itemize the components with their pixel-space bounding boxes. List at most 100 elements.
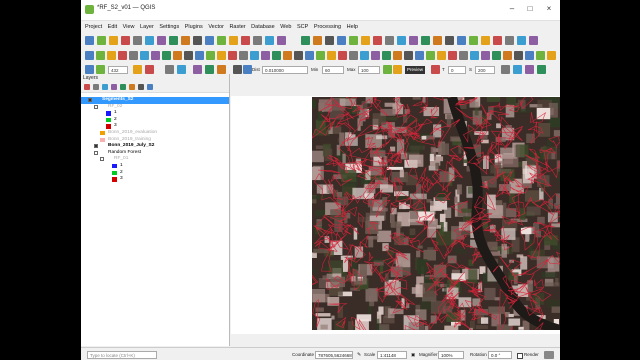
layer-tree-item[interactable]: Bonn_2019_evaluation [81,130,229,137]
render-checkbox[interactable] [517,353,523,359]
menu-database[interactable]: Database [251,24,275,30]
new-project-icon[interactable] [85,36,94,45]
redo-roi-icon[interactable] [205,65,214,74]
preview-button[interactable]: Preview [405,66,426,74]
zoom-out-icon[interactable] [193,36,202,45]
menu-project[interactable]: Project [85,24,102,30]
roi-icon[interactable] [165,65,174,74]
s-field[interactable]: 200 [475,66,495,74]
expression-filter-icon[interactable] [120,84,126,90]
new-project-icon[interactable] [433,36,442,45]
close-icon[interactable]: × [542,3,556,15]
attribute-table-icon[interactable] [277,36,286,45]
pan-icon[interactable] [505,36,514,45]
menu-plugins[interactable]: Plugins [185,24,203,30]
rgb-icon[interactable] [133,65,142,74]
add-group-icon[interactable] [93,84,99,90]
zoom-full-icon[interactable] [205,36,214,45]
min-field[interactable]: 60 [322,66,344,74]
redo-preview-icon[interactable] [431,65,440,74]
layer-visibility-checkbox[interactable] [94,144,98,149]
layer-tree-item[interactable]: 2 [81,170,229,177]
python-icon[interactable] [373,36,382,45]
roi-pointer-icon[interactable] [177,65,186,74]
max-field[interactable]: 100 [358,66,380,74]
identify-icon[interactable] [241,36,250,45]
save-as-icon[interactable] [469,36,478,45]
layer-visibility-checkbox[interactable] [94,150,98,155]
sum-icon[interactable] [397,36,406,45]
menu-web[interactable]: Web [280,24,291,30]
fill-icon[interactable] [272,51,281,60]
paste-icon[interactable] [382,51,391,60]
simplify-icon[interactable] [217,51,226,60]
layer-tree-item[interactable]: Segments_S2 [81,97,229,104]
statistics-icon[interactable] [313,36,322,45]
calc-icon[interactable] [217,65,226,74]
add-feature-icon[interactable] [107,51,116,60]
deselect-icon[interactable] [265,36,274,45]
scp-dock-icon[interactable] [525,65,534,74]
save-as-icon[interactable] [121,36,130,45]
open-icon[interactable] [445,36,454,45]
zoom-in-icon[interactable] [529,36,538,45]
save-icon[interactable] [457,36,466,45]
scale-lock-icon[interactable]: ✎ [357,351,361,359]
scp-preview-icon[interactable] [243,65,252,74]
undo-icon[interactable] [173,51,182,60]
copy-icon[interactable] [151,51,160,60]
menu-settings[interactable]: Settings [159,24,179,30]
edit-icon[interactable] [85,51,94,60]
menu-help[interactable]: Help [347,24,358,30]
maximize-icon[interactable]: □ [523,3,537,15]
layer-tree-item[interactable]: 3 [81,123,229,130]
layer-tree-item[interactable]: 1 [81,110,229,117]
menu-processing[interactable]: Processing [314,24,341,30]
open-layer-styling-icon[interactable] [84,84,90,90]
delete-icon[interactable] [349,51,358,60]
digitize-icon[interactable] [316,51,325,60]
menu-scp[interactable]: SCP [297,24,308,30]
expand-all-icon[interactable] [129,84,135,90]
remove-layer-icon[interactable] [147,84,153,90]
merge-icon[interactable] [459,51,468,60]
menu-vector[interactable]: Vector [208,24,224,30]
pan-icon[interactable] [157,36,166,45]
line-icon[interactable] [514,51,523,60]
offset-icon[interactable] [481,51,490,60]
t-field[interactable]: 0 [448,66,466,74]
select-icon[interactable] [253,36,262,45]
menu-layer[interactable]: Layer [140,24,154,30]
collapse-all-icon[interactable] [138,84,144,90]
layer-tree-item[interactable]: RF_02 [81,104,229,111]
reshape-icon[interactable] [250,51,259,60]
plugin-icon[interactable] [385,36,394,45]
manage-map-themes-icon[interactable] [102,84,108,90]
rotate-icon[interactable] [426,51,435,60]
classify-icon[interactable] [233,65,242,74]
layer-tree-item[interactable]: 2 [81,117,229,124]
save-icon[interactable] [109,36,118,45]
zoom-layer-icon[interactable] [217,36,226,45]
menu-edit[interactable]: Edit [108,24,117,30]
delete-icon[interactable] [129,51,138,60]
scp-input-icon[interactable] [85,65,94,74]
reshape-icon[interactable] [470,51,479,60]
rgb-combo[interactable]: 432 [108,66,128,74]
map-canvas[interactable] [312,97,560,330]
filter-legend-icon[interactable] [111,84,117,90]
refresh-icon[interactable] [229,36,238,45]
layer-tree-item[interactable]: Random Forest [81,150,229,157]
pan-to-selection-icon[interactable] [169,36,178,45]
rotate-icon[interactable] [206,51,215,60]
simplify-icon[interactable] [437,51,446,60]
layer-visibility-checkbox[interactable] [100,157,104,162]
layer-tree-item[interactable]: 1 [81,163,229,170]
open-icon[interactable] [97,36,106,45]
messages-icon[interactable] [544,351,554,359]
preview-icon[interactable] [383,65,392,74]
magnifier-field[interactable]: 100% [438,351,464,359]
layout-icon[interactable] [145,36,154,45]
scp-help-icon[interactable] [513,65,522,74]
menu-raster[interactable]: Raster [229,24,245,30]
